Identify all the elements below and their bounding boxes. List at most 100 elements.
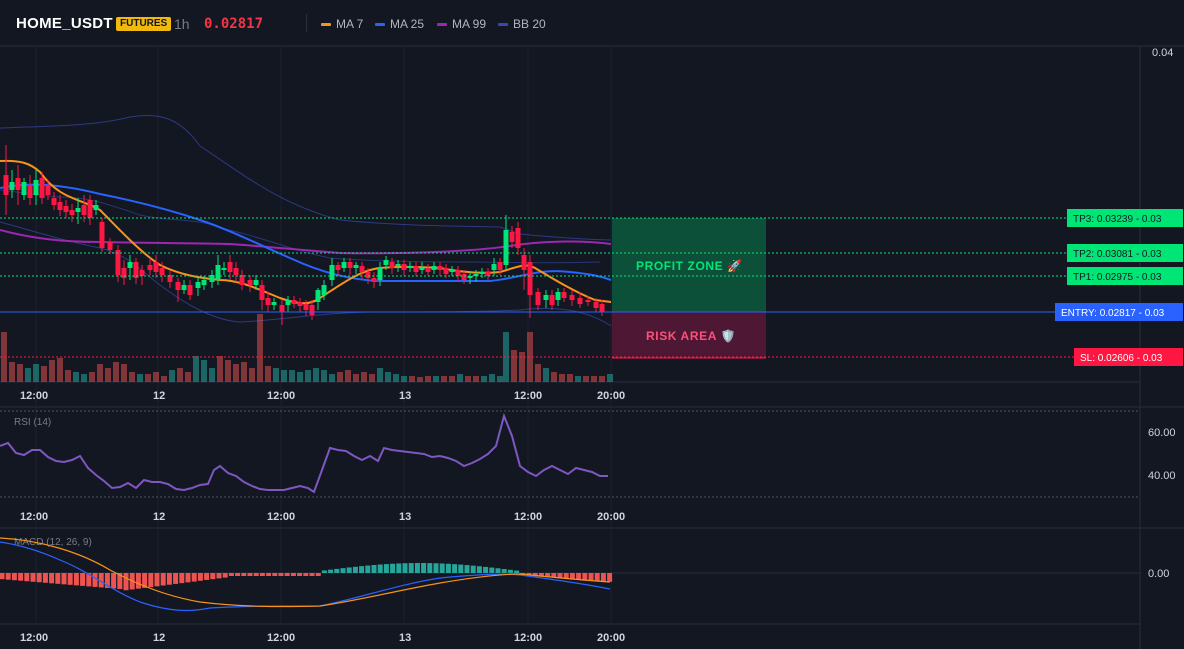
candle-body xyxy=(3,175,9,195)
candle-body xyxy=(259,285,265,300)
candle-body xyxy=(201,280,207,285)
macd-hist-bar xyxy=(408,563,414,573)
rsi-title: RSI (14) xyxy=(14,417,51,428)
macd-hist-bar xyxy=(588,573,594,581)
volume-bar xyxy=(417,377,423,382)
volume-bar xyxy=(289,370,295,382)
volume-bar xyxy=(177,368,183,382)
volume-bar xyxy=(425,376,431,382)
macd-hist-bar xyxy=(154,573,160,587)
svg-text:12:00: 12:00 xyxy=(267,511,295,523)
macd-hist-bar xyxy=(359,566,365,573)
candle-body xyxy=(279,305,285,312)
volume-histogram xyxy=(1,314,613,382)
svg-text:12:00: 12:00 xyxy=(514,390,542,402)
candle-body xyxy=(57,202,63,210)
volume-bar xyxy=(481,376,487,382)
rsi-line xyxy=(0,412,608,494)
volume-bar xyxy=(9,362,15,382)
svg-text:20:00: 20:00 xyxy=(597,632,625,644)
candle-body xyxy=(253,280,259,285)
candle-body xyxy=(115,250,121,275)
chart-canvas[interactable]: 0.04 PROFIT ZONE 🚀 RISK AREA 🛡️ TP3: 0.0… xyxy=(0,0,1184,649)
volume-bar xyxy=(305,370,311,382)
svg-text:12: 12 xyxy=(153,632,165,644)
candle-body xyxy=(93,205,99,210)
macd-hist-bar xyxy=(241,573,247,576)
volume-bar xyxy=(209,368,215,382)
macd-hist-bar xyxy=(439,563,445,573)
macd-hist-bar xyxy=(507,569,513,573)
volume-bar xyxy=(273,368,279,382)
volume-bar xyxy=(17,364,23,382)
volume-bar xyxy=(329,374,335,382)
macd-hist-bar xyxy=(42,573,48,583)
macd-hist-bar xyxy=(278,573,284,576)
candle-body xyxy=(503,230,509,265)
candle-body xyxy=(139,270,145,276)
sl-tag-label: SL: 0.02606 - 0.03 xyxy=(1080,353,1163,364)
svg-text:12:00: 12:00 xyxy=(20,511,48,523)
volume-bar xyxy=(137,374,143,382)
macd-hist-bar xyxy=(427,563,433,573)
macd-hist-bar xyxy=(340,568,346,573)
candle-body xyxy=(21,182,27,195)
time-axis-rsi: 12:00 12 12:00 13 12:00 20:00 xyxy=(20,511,625,523)
svg-text:13: 13 xyxy=(399,511,411,523)
candle-body xyxy=(455,270,461,276)
volume-bar xyxy=(145,374,151,382)
volume-bar xyxy=(465,376,471,382)
macd-hist-bar xyxy=(582,573,588,580)
volume-bar xyxy=(25,368,31,382)
candle-body xyxy=(265,298,271,305)
macd-hist-bar xyxy=(569,573,575,579)
volume-bar xyxy=(385,372,391,382)
candle-body xyxy=(389,262,395,268)
volume-bar xyxy=(297,372,303,382)
macd-hist-bar xyxy=(297,573,303,576)
volume-bar xyxy=(265,366,271,382)
candle-body xyxy=(271,302,277,305)
candle-body xyxy=(227,262,233,272)
macd-hist-bar xyxy=(80,573,86,586)
candle-body xyxy=(291,300,297,304)
candle-body xyxy=(401,264,407,270)
volume-bar xyxy=(73,372,79,382)
macd-hist-bar xyxy=(303,573,309,576)
volume-bar xyxy=(225,360,231,382)
volume-bar xyxy=(607,374,613,382)
volume-bar xyxy=(65,370,71,382)
candle-body xyxy=(221,268,227,270)
candle-body xyxy=(497,262,503,270)
candle-body xyxy=(187,285,193,295)
candle-body xyxy=(27,185,33,198)
macd-hist-bar xyxy=(321,570,327,573)
volume-bar xyxy=(361,372,367,382)
svg-text:12:00: 12:00 xyxy=(514,511,542,523)
candle-body xyxy=(543,295,549,300)
candle-body xyxy=(181,285,187,290)
candlestick-series[interactable] xyxy=(3,145,605,325)
svg-text:12: 12 xyxy=(153,390,165,402)
macd-hist-bar xyxy=(36,573,42,583)
macd-hist-bar xyxy=(5,573,11,580)
macd-hist-bar xyxy=(222,573,228,578)
volume-bar xyxy=(567,374,573,382)
svg-text:13: 13 xyxy=(399,390,411,402)
volume-bar xyxy=(217,356,223,382)
volume-bar xyxy=(161,376,167,382)
macd-hist-bar xyxy=(346,567,352,573)
volume-bar xyxy=(281,370,287,382)
candle-body xyxy=(285,300,291,305)
candle-body xyxy=(569,295,575,300)
time-axis-macd: 12:00 12 12:00 13 12:00 20:00 xyxy=(20,632,625,644)
volume-bar xyxy=(559,374,565,382)
rsi-tick-40: 40.00 xyxy=(1148,470,1176,482)
candle-body xyxy=(527,262,533,295)
volume-bar xyxy=(353,374,359,382)
candle-body xyxy=(309,305,315,315)
volume-bar xyxy=(409,376,415,382)
macd-hist-bar xyxy=(235,573,241,576)
macd-hist-bar xyxy=(309,573,315,576)
macd-hist-bar xyxy=(166,573,172,585)
